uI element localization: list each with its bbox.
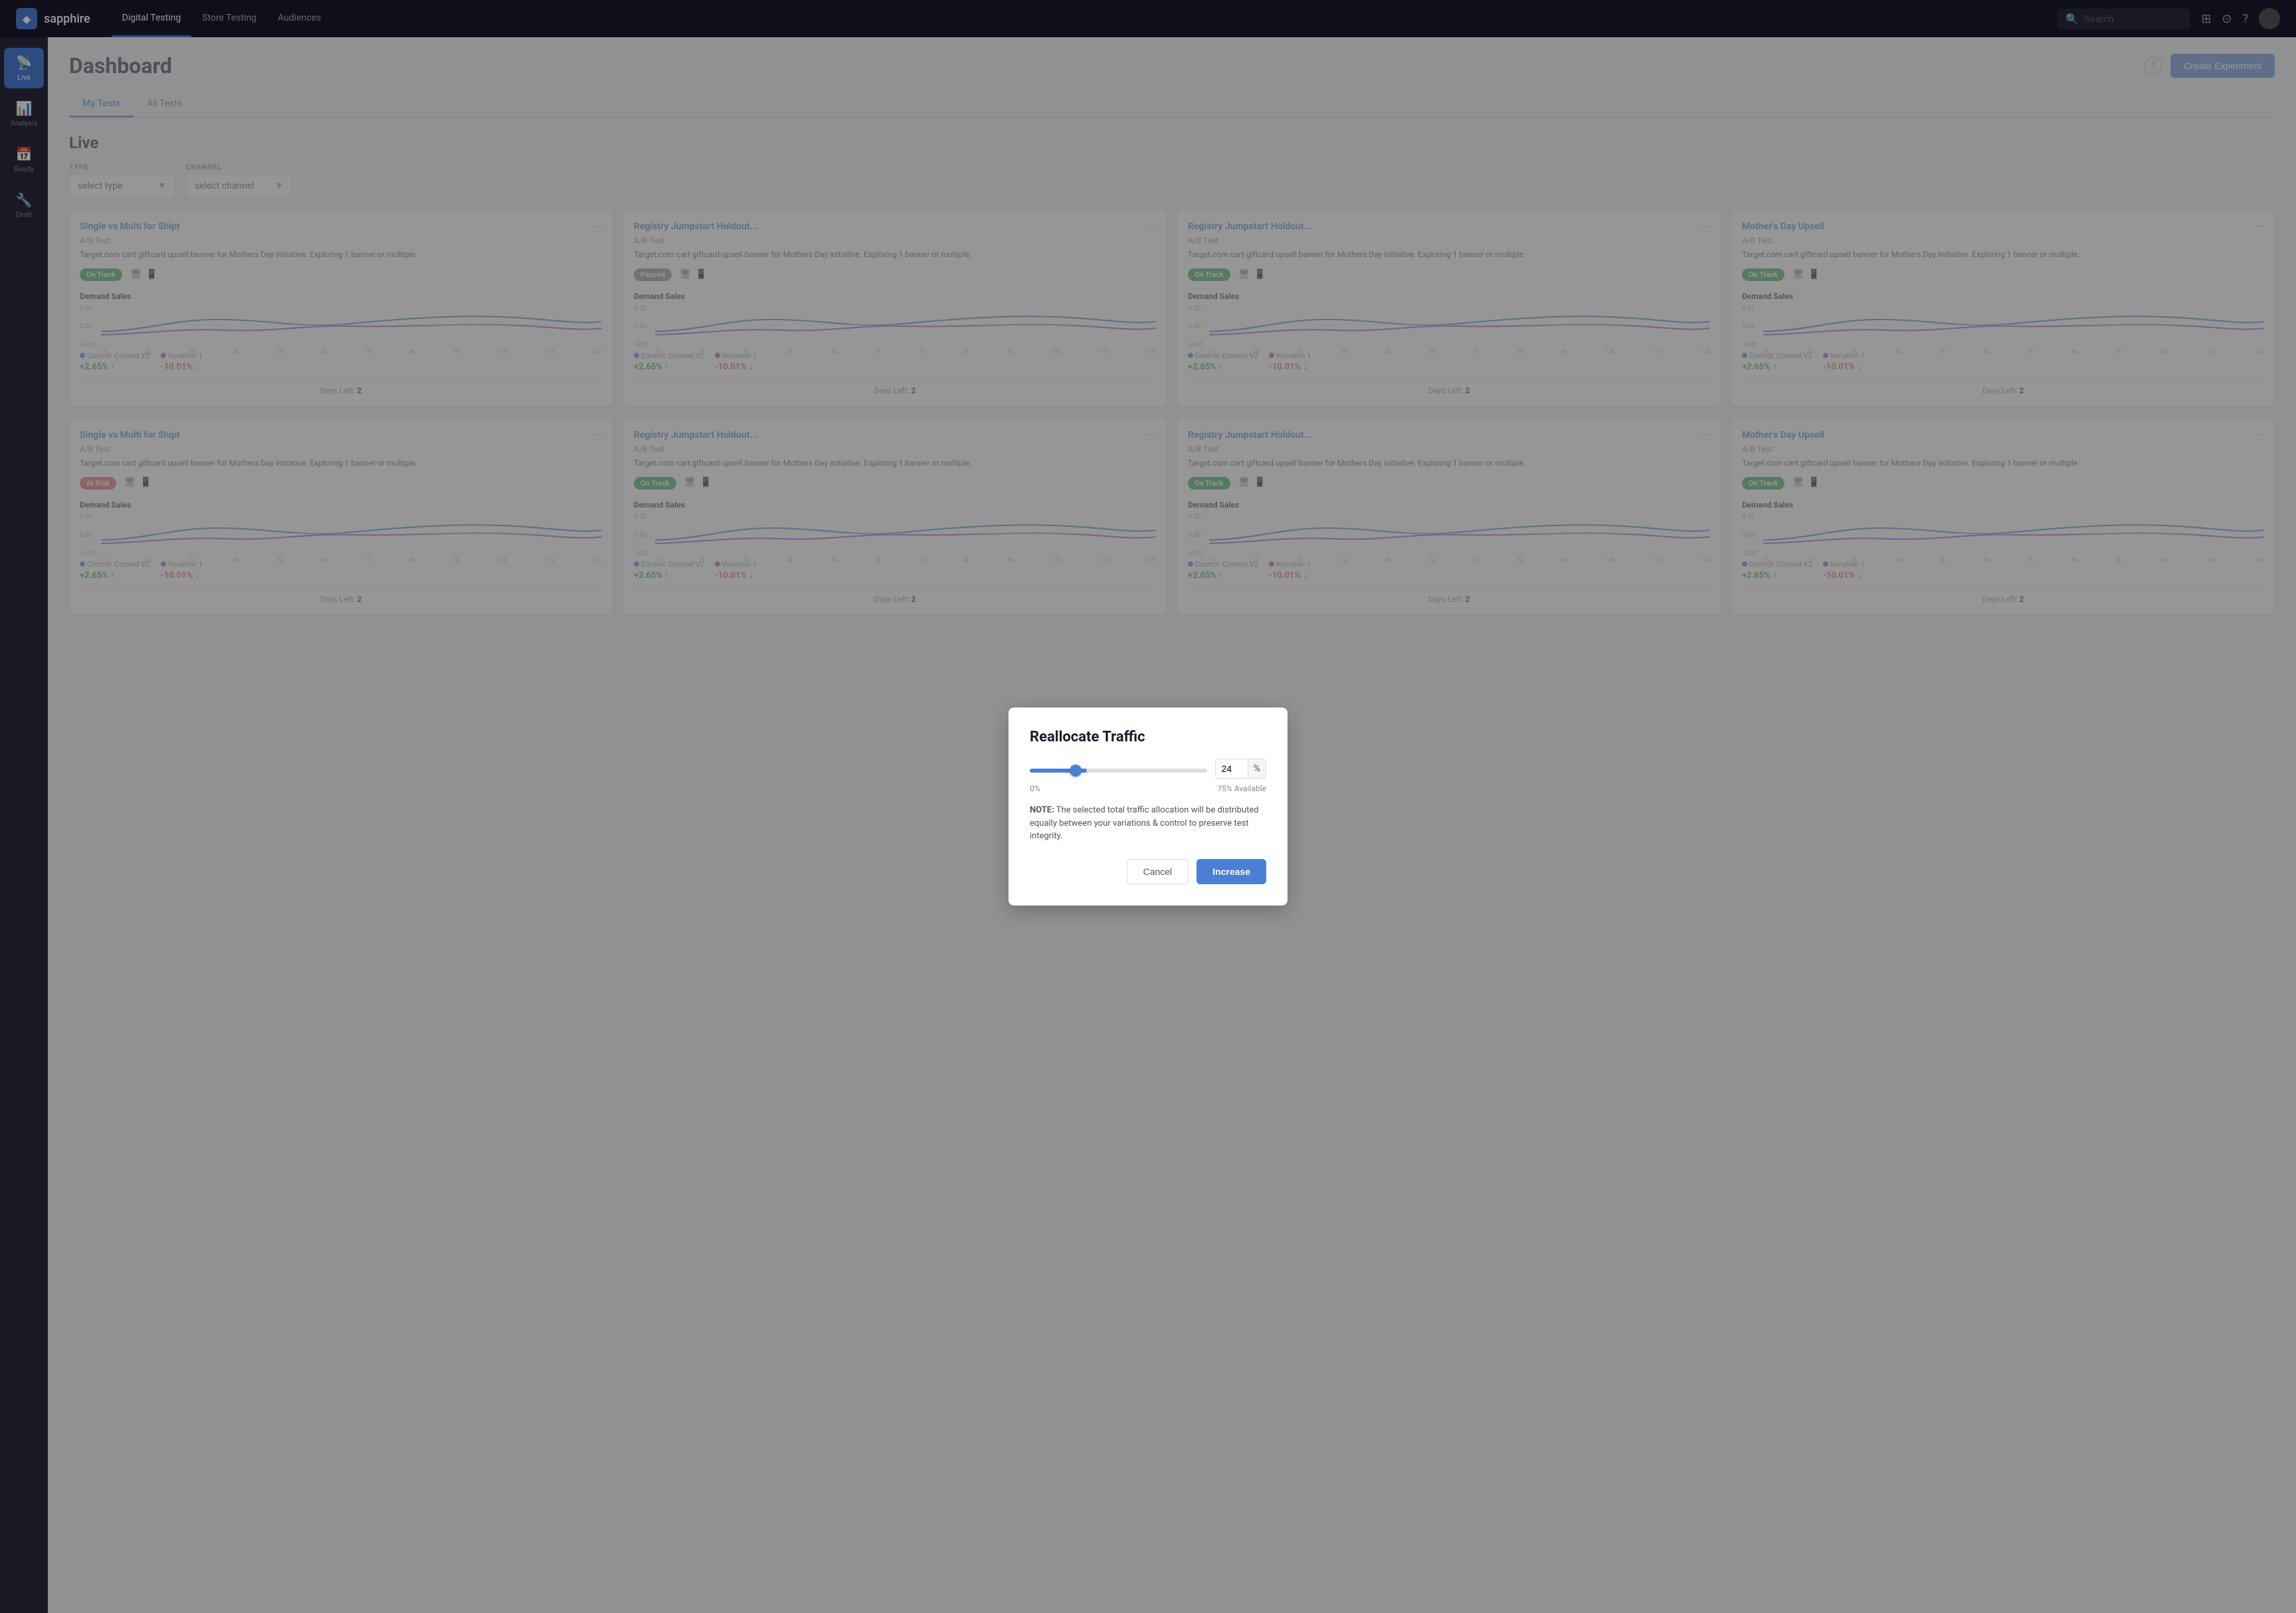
modal-note-text: The selected total traffic allocation wi… bbox=[1030, 805, 1259, 841]
reallocate-traffic-modal: Reallocate Traffic % 0% 75% Available NO… bbox=[1008, 708, 1288, 905]
slider-labels: 0% 75% Available bbox=[1030, 784, 1266, 793]
cancel-button[interactable]: Cancel bbox=[1127, 859, 1189, 884]
traffic-slider[interactable] bbox=[1030, 769, 1207, 773]
modal-note-strong: NOTE: bbox=[1030, 805, 1054, 815]
percent-input[interactable] bbox=[1216, 759, 1248, 778]
modal-title: Reallocate Traffic bbox=[1030, 729, 1266, 745]
slider-wrapper bbox=[1030, 763, 1207, 775]
modal-note: NOTE: The selected total traffic allocat… bbox=[1030, 804, 1266, 843]
modal-overlay[interactable]: Reallocate Traffic % 0% 75% Available NO… bbox=[0, 0, 2296, 1613]
percent-input-box: % bbox=[1215, 759, 1266, 779]
slider-available-label: 75% Available bbox=[1218, 784, 1266, 793]
increase-button[interactable]: Increase bbox=[1196, 859, 1266, 884]
slider-row: % bbox=[1030, 759, 1266, 779]
percent-sign: % bbox=[1248, 759, 1266, 778]
slider-min-label: 0% bbox=[1030, 784, 1040, 793]
modal-actions: Cancel Increase bbox=[1030, 859, 1266, 884]
